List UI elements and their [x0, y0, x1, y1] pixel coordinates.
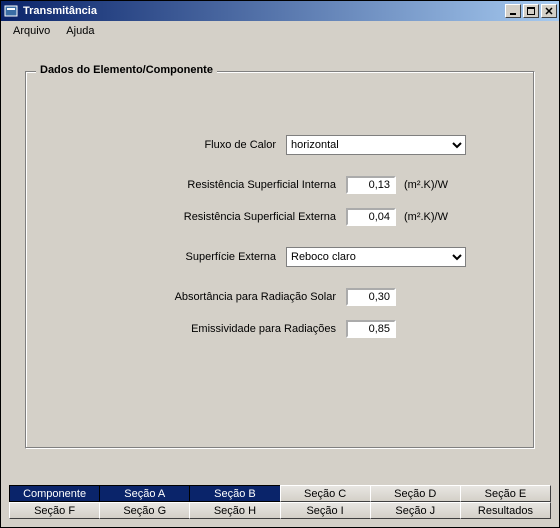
input-emi[interactable] — [346, 320, 396, 338]
label-abs: Absortância para Radiação Solar — [56, 291, 346, 303]
tab-secao-h[interactable]: Seção H — [189, 502, 280, 519]
form-area: Fluxo de Calor horizontal Resistência Su… — [36, 102, 524, 342]
row-emi: Emissividade para Radiações — [56, 316, 504, 342]
menu-help[interactable]: Ajuda — [58, 23, 102, 39]
minimize-button[interactable] — [505, 4, 521, 18]
tab-strip: Componente Seção A Seção B Seção C Seção… — [1, 485, 559, 527]
unit-rse: (m².K)/W — [396, 211, 448, 223]
row-fluxo: Fluxo de Calor horizontal — [56, 132, 504, 158]
tab-secao-g[interactable]: Seção G — [99, 502, 190, 519]
label-fluxo: Fluxo de Calor — [56, 139, 286, 151]
row-sup: Superfície Externa Reboco claro — [56, 244, 504, 270]
close-button[interactable] — [541, 4, 557, 18]
maximize-button[interactable] — [523, 4, 539, 18]
tab-secao-i[interactable]: Seção I — [280, 502, 371, 519]
label-rsi: Resistência Superficial Interna — [56, 179, 346, 191]
tab-secao-e[interactable]: Seção E — [460, 485, 551, 502]
row-abs: Absortância para Radiação Solar — [56, 284, 504, 310]
row-rsi: Resistência Superficial Interna (m².K)/W — [56, 172, 504, 198]
tab-resultados[interactable]: Resultados — [460, 502, 551, 519]
input-rse[interactable] — [346, 208, 396, 226]
window-controls — [505, 4, 557, 18]
group-dados: Dados do Elemento/Componente Fluxo de Ca… — [25, 71, 535, 449]
menu-file[interactable]: Arquivo — [5, 23, 58, 39]
menu-bar: Arquivo Ajuda — [1, 21, 559, 41]
tab-secao-b[interactable]: Seção B — [189, 485, 280, 502]
tab-componente[interactable]: Componente — [9, 485, 100, 502]
tab-row-2: Seção F Seção G Seção H Seção I Seção J … — [9, 502, 551, 519]
input-abs[interactable] — [346, 288, 396, 306]
tab-secao-a[interactable]: Seção A — [99, 485, 190, 502]
group-title: Dados do Elemento/Componente — [36, 64, 217, 76]
app-window: Transmitância Arquivo Ajuda Dados do Ele… — [0, 0, 560, 528]
tab-secao-f[interactable]: Seção F — [9, 502, 100, 519]
combo-fluxo[interactable]: horizontal — [286, 135, 466, 155]
input-rsi[interactable] — [346, 176, 396, 194]
app-icon — [3, 3, 19, 19]
combo-sup[interactable]: Reboco claro — [286, 247, 466, 267]
tab-secao-c[interactable]: Seção C — [280, 485, 371, 502]
window-title: Transmitância — [23, 5, 505, 17]
tab-secao-j[interactable]: Seção J — [370, 502, 461, 519]
client-area: Dados do Elemento/Componente Fluxo de Ca… — [1, 41, 559, 485]
tab-row-1: Componente Seção A Seção B Seção C Seção… — [9, 485, 551, 502]
unit-rsi: (m².K)/W — [396, 179, 448, 191]
label-emi: Emissividade para Radiações — [56, 323, 346, 335]
label-rse: Resistência Superficial Externa — [56, 211, 346, 223]
row-rse: Resistência Superficial Externa (m².K)/W — [56, 204, 504, 230]
tab-secao-d[interactable]: Seção D — [370, 485, 461, 502]
label-sup: Superfície Externa — [56, 251, 286, 263]
title-bar: Transmitância — [1, 1, 559, 21]
